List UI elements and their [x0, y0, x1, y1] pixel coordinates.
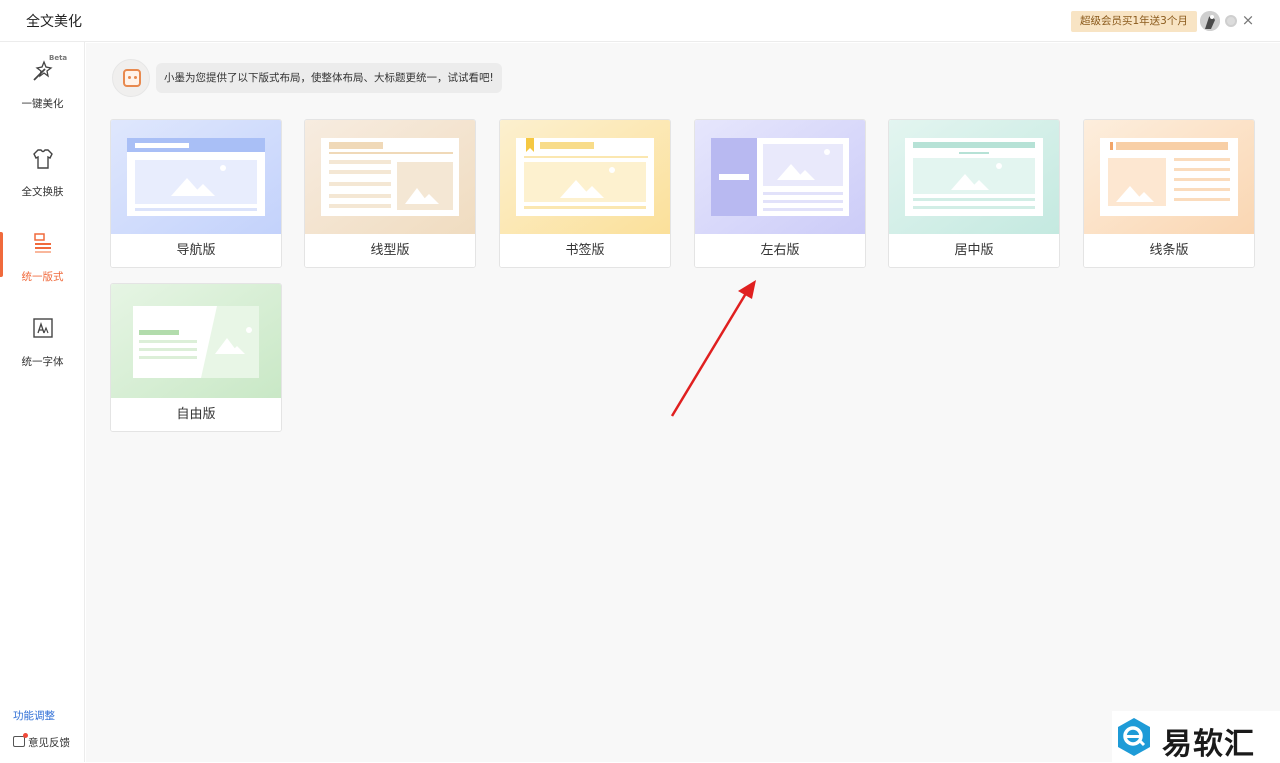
promo-badge[interactable]: 超级会员买1年送3个月 — [1071, 11, 1197, 32]
watermark-text: 易软汇 — [1162, 727, 1255, 762]
layout-thumbnail — [1084, 120, 1254, 234]
layout-card-label: 线型版 — [305, 234, 475, 267]
layout-card-nav[interactable]: 导航版 — [110, 119, 282, 268]
avatar[interactable] — [1200, 11, 1220, 31]
watermark: 易软汇 — [1112, 711, 1280, 762]
font-icon — [33, 318, 53, 338]
sidebar-item-label: 全文换肤 — [21, 186, 64, 198]
assistant-tip: 小墨为您提供了以下版式布局，使整体布局、大标题更统一，试试看吧! — [156, 63, 502, 93]
feedback-label: 意见反馈 — [28, 737, 70, 749]
sidebar-item-skin[interactable]: 全文换肤 — [0, 146, 85, 216]
avatar-icon — [1200, 11, 1220, 31]
layout-card-free[interactable]: 自由版 — [110, 283, 282, 432]
layout-thumbnail — [500, 120, 670, 234]
layout-card-label: 居中版 — [889, 234, 1059, 267]
sidebar-item-layout[interactable]: 统一版式 — [0, 231, 85, 301]
layout-card-label: 线条版 — [1084, 234, 1254, 267]
layout-thumbnail — [695, 120, 865, 234]
layout-thumbnail — [111, 120, 281, 234]
sidebar-item-font[interactable]: 统一字体 — [0, 316, 85, 386]
function-adjust-link[interactable]: 功能调整 — [13, 708, 55, 723]
layout-icon — [34, 233, 51, 253]
layout-card-stripe[interactable]: 线条版 — [1083, 119, 1255, 268]
layout-card-label: 自由版 — [111, 398, 281, 431]
tshirt-icon — [33, 149, 53, 169]
feedback-icon — [13, 733, 28, 747]
title-bar: 全文美化 超级会员买1年送3个月 × — [0, 0, 1280, 42]
sidebar-item-label: 一键美化 — [21, 98, 64, 110]
layout-card-label: 左右版 — [695, 234, 865, 267]
layout-card-bookmark[interactable]: 书签版 — [499, 119, 671, 268]
layout-thumbnail — [305, 120, 475, 234]
layout-thumbnail — [889, 120, 1059, 234]
settings-icon[interactable] — [1225, 15, 1237, 27]
robot-icon — [123, 69, 141, 87]
feedback-button[interactable]: 意见反馈 — [13, 733, 70, 750]
close-button[interactable]: × — [1240, 11, 1256, 29]
layout-card-center[interactable]: 居中版 — [888, 119, 1060, 268]
magic-wand-icon — [33, 60, 53, 81]
assistant-avatar — [112, 59, 150, 97]
layout-card-label: 书签版 — [500, 234, 670, 267]
layout-thumbnail — [111, 284, 281, 398]
sidebar: Beta 一键美化 全文换肤 统一版式 统一字体 功能调整 意见反馈 — [0, 42, 85, 762]
app-title: 全文美化 — [26, 14, 82, 30]
layout-card-label: 导航版 — [111, 234, 281, 267]
watermark-logo-icon — [1118, 718, 1150, 756]
layout-card-leftright[interactable]: 左右版 — [694, 119, 866, 268]
sidebar-item-label: 统一字体 — [21, 356, 64, 368]
sidebar-item-label: 统一版式 — [21, 271, 64, 283]
main-panel: 小墨为您提供了以下版式布局，使整体布局、大标题更统一，试试看吧! 导航版 线型版… — [86, 43, 1280, 762]
layout-card-line[interactable]: 线型版 — [304, 119, 476, 268]
sidebar-item-one-click-beautify[interactable]: Beta 一键美化 — [0, 54, 85, 128]
